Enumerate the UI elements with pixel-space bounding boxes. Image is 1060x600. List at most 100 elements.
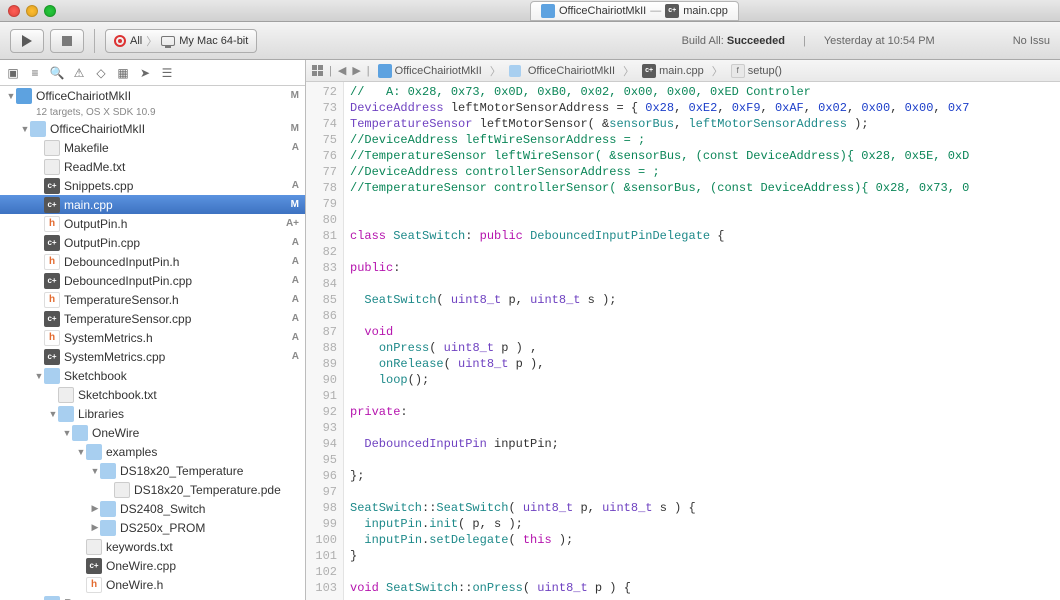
code-line[interactable]: SeatSwitch::SeatSwitch( uint8_t p, uint8… — [350, 500, 1060, 516]
code-line[interactable]: // A: 0x28, 0x73, 0x0D, 0xB0, 0x02, 0x00… — [350, 84, 1060, 100]
code-line[interactable] — [350, 484, 1060, 500]
code-line[interactable] — [350, 564, 1060, 580]
code-line[interactable]: DeviceAddress leftMotorSensorAddress = {… — [350, 100, 1060, 116]
tree-row[interactable]: c+OneWire.cpp — [0, 556, 305, 575]
tree-row[interactable]: ▼Sketchbook — [0, 366, 305, 385]
tree-row[interactable]: ▼OfficeChairiotMkIIM — [0, 86, 305, 105]
window-titlebar: OfficeChairiotMkII — c+ main.cpp — [0, 0, 1060, 22]
code-line[interactable] — [350, 452, 1060, 468]
close-window-button[interactable] — [8, 5, 20, 17]
tree-row[interactable]: ▼examples — [0, 442, 305, 461]
code-line[interactable]: inputPin.init( p, s ); — [350, 516, 1060, 532]
code-line[interactable] — [350, 388, 1060, 404]
jump-bar[interactable]: | ◀ ▶ | OfficeChairiotMkII 〉 OfficeChair… — [306, 60, 1060, 82]
tree-row[interactable]: ▼OfficeChairiotMkIIM — [0, 119, 305, 138]
cpp-icon: c+ — [44, 235, 60, 251]
disclosure-triangle[interactable]: ▼ — [20, 124, 30, 134]
tree-row[interactable]: c+main.cppM — [0, 195, 305, 214]
tree-row[interactable]: ReadMe.txt — [0, 157, 305, 176]
code-line[interactable]: SeatSwitch( uint8_t p, uint8_t s ); — [350, 292, 1060, 308]
tree-row[interactable]: hSystemMetrics.hA — [0, 328, 305, 347]
forward-button[interactable]: ▶ — [352, 64, 360, 77]
tree-row[interactable]: hTemperatureSensor.hA — [0, 290, 305, 309]
line-number-gutter: 7273747576777879808182838485868788899091… — [306, 82, 344, 600]
line-number: 87 — [306, 324, 337, 340]
code-line[interactable]: //DeviceAddress controllerSensorAddress … — [350, 164, 1060, 180]
tree-row[interactable]: ▶Resources — [0, 594, 305, 600]
tree-row[interactable]: hOutputPin.hA+ — [0, 214, 305, 233]
tree-row[interactable]: Sketchbook.txt — [0, 385, 305, 404]
disclosure-triangle[interactable]: ▼ — [34, 371, 44, 381]
line-number: 89 — [306, 356, 337, 372]
breakpoint-navigator-icon[interactable]: ➤ — [136, 64, 154, 82]
disclosure-triangle[interactable]: ▼ — [6, 91, 16, 101]
project-navigator-icon[interactable]: ▣ — [4, 64, 22, 82]
find-navigator-icon[interactable]: 🔍 — [48, 64, 66, 82]
code-line[interactable]: //DeviceAddress leftWireSensorAddress = … — [350, 132, 1060, 148]
disclosure-triangle[interactable]: ▼ — [48, 409, 58, 419]
code-line[interactable]: loop(); — [350, 372, 1060, 388]
disclosure-triangle[interactable]: ▼ — [76, 447, 86, 457]
test-navigator-icon[interactable]: ◇ — [92, 64, 110, 82]
tree-row[interactable]: ▼DS18x20_Temperature — [0, 461, 305, 480]
tree-row[interactable]: MakefileA — [0, 138, 305, 157]
tree-row[interactable]: hOneWire.h — [0, 575, 305, 594]
tree-row[interactable]: ▶DS2408_Switch — [0, 499, 305, 518]
code-line[interactable] — [350, 276, 1060, 292]
run-button[interactable] — [10, 29, 44, 53]
tree-row[interactable]: ▶DS250x_PROM — [0, 518, 305, 537]
code-line[interactable]: TemperatureSensor leftMotorSensor( &sens… — [350, 116, 1060, 132]
code-line[interactable]: }; — [350, 468, 1060, 484]
code-line[interactable]: private: — [350, 404, 1060, 420]
tree-row[interactable]: ▼Libraries — [0, 404, 305, 423]
code-line[interactable]: //TemperatureSensor controllerSensor( &s… — [350, 180, 1060, 196]
tree-row[interactable]: ▼OneWire — [0, 423, 305, 442]
code-line[interactable] — [350, 420, 1060, 436]
code-line[interactable]: } — [350, 548, 1060, 564]
source-editor[interactable]: 7273747576777879808182838485868788899091… — [306, 82, 1060, 600]
report-navigator-icon[interactable]: ☰ — [158, 64, 176, 82]
tree-row[interactable]: keywords.txt — [0, 537, 305, 556]
code-line[interactable] — [350, 196, 1060, 212]
back-button[interactable]: ◀ — [338, 64, 346, 77]
code-line[interactable] — [350, 244, 1060, 260]
debug-navigator-icon[interactable]: ▦ — [114, 64, 132, 82]
tree-row[interactable]: hDebouncedInputPin.hA — [0, 252, 305, 271]
tree-item-label: OfficeChairiotMkII — [50, 122, 291, 136]
code-line[interactable]: inputPin.setDelegate( this ); — [350, 532, 1060, 548]
code-line[interactable] — [350, 308, 1060, 324]
jumpbar-item[interactable]: main.cpp — [659, 65, 704, 77]
symbol-navigator-icon[interactable]: ≡ — [26, 64, 44, 82]
code-line[interactable]: onRelease( uint8_t p ), — [350, 356, 1060, 372]
jumpbar-item[interactable]: setup() — [748, 65, 782, 77]
tree-row[interactable]: c+TemperatureSensor.cppA — [0, 309, 305, 328]
tree-row[interactable]: DS18x20_Temperature.pde — [0, 480, 305, 499]
disclosure-triangle[interactable]: ▼ — [62, 428, 72, 438]
code-line[interactable]: public: — [350, 260, 1060, 276]
tree-row[interactable]: c+OutputPin.cppA — [0, 233, 305, 252]
code-line[interactable]: void SeatSwitch::onPress( uint8_t p ) { — [350, 580, 1060, 596]
code-line[interactable]: DebouncedInputPin inputPin; — [350, 436, 1060, 452]
project-tree[interactable]: ▼OfficeChairiotMkIIM12 targets, OS X SDK… — [0, 86, 305, 600]
tree-row[interactable]: c+Snippets.cppA — [0, 176, 305, 195]
code-content[interactable]: // A: 0x28, 0x73, 0x0D, 0xB0, 0x02, 0x00… — [344, 82, 1060, 600]
disclosure-triangle[interactable]: ▶ — [90, 503, 100, 514]
minimize-window-button[interactable] — [26, 5, 38, 17]
scheme-selector[interactable]: All 〉 My Mac 64-bit — [105, 29, 257, 53]
tree-row[interactable]: c+SystemMetrics.cppA — [0, 347, 305, 366]
code-line[interactable] — [350, 212, 1060, 228]
code-line[interactable]: void — [350, 324, 1060, 340]
related-items-icon[interactable] — [312, 65, 323, 76]
stop-button[interactable] — [50, 29, 84, 53]
issue-navigator-icon[interactable]: ⚠ — [70, 64, 88, 82]
window-tab[interactable]: OfficeChairiotMkII — c+ main.cpp — [530, 1, 739, 21]
disclosure-triangle[interactable]: ▶ — [90, 522, 100, 533]
code-line[interactable]: onPress( uint8_t p ) , — [350, 340, 1060, 356]
disclosure-triangle[interactable]: ▼ — [90, 466, 100, 476]
jumpbar-item[interactable]: OfficeChairiotMkII — [528, 65, 615, 77]
jumpbar-item[interactable]: OfficeChairiotMkII — [395, 65, 482, 77]
code-line[interactable]: class SeatSwitch: public DebouncedInputP… — [350, 228, 1060, 244]
code-line[interactable]: //TemperatureSensor leftWireSensor( &sen… — [350, 148, 1060, 164]
zoom-window-button[interactable] — [44, 5, 56, 17]
tree-row[interactable]: c+DebouncedInputPin.cppA — [0, 271, 305, 290]
